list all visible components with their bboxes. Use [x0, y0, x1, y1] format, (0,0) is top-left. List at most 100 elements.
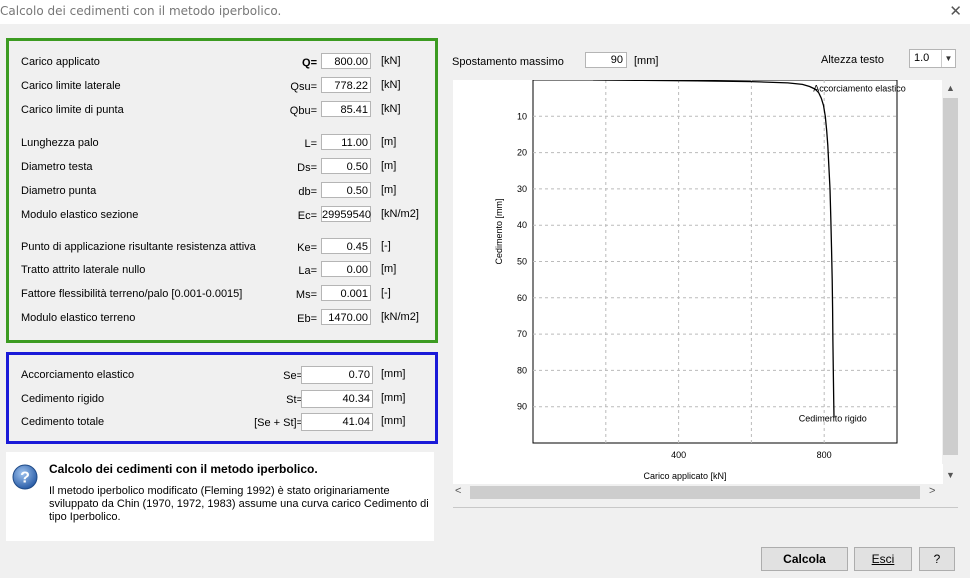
y-tick-label: 10 [517, 111, 527, 121]
scroll-down-icon[interactable]: ▼ [942, 467, 959, 484]
param-unit: [kN/m2] [381, 311, 419, 323]
param-row: Carico applicato Q= 800.00 [kN] [9, 53, 435, 71]
result-label: Accorciamento elastico [21, 369, 135, 381]
param-row: Carico limite di punta Qbu= 85.41 [kN] [9, 101, 435, 119]
x-tick-label: 400 [671, 450, 686, 460]
y-tick-label: 20 [517, 148, 527, 158]
vertical-scrollbar[interactable]: ▲ ▼ [942, 80, 959, 480]
y-tick-label: 70 [517, 329, 527, 339]
result-row: Cedimento totale [Se + St]= 41.04 [mm] [9, 413, 435, 431]
result-unit: [mm] [381, 368, 406, 380]
result-symbol: [Se + St]= [254, 417, 303, 429]
chart-annotation: Accorciamento elastico [813, 83, 906, 93]
esci-button[interactable]: Esci [854, 547, 912, 571]
param-label: Carico limite di punta [21, 104, 124, 116]
param-unit: [kN] [381, 55, 401, 67]
close-icon[interactable]: ✕ [949, 2, 962, 20]
result-unit: [mm] [381, 392, 406, 404]
window-title: Calcolo dei cedimenti con il metodo iper… [0, 4, 282, 18]
spostamento-label: Spostamento massimo [452, 56, 564, 68]
question-icon: ? [12, 464, 38, 490]
param-label: Diametro punta [21, 185, 97, 197]
calcola-button[interactable]: Calcola [761, 547, 848, 571]
param-row: Punto di applicazione risultante resiste… [9, 238, 435, 256]
param-unit: [m] [381, 160, 397, 172]
chart-annotation: Cedimento rigido [799, 414, 867, 424]
param-row: Diametro testa Ds= 0.50 [m] [9, 158, 435, 176]
param-symbol: La= [298, 265, 317, 277]
param-label: Modulo elastico sezione [21, 209, 139, 221]
y-tick-label: 40 [517, 220, 527, 230]
param-input[interactable]: 0.45 [321, 238, 371, 254]
param-row: Tratto attrito laterale nullo La= 0.00 [m] [9, 261, 435, 279]
chart-area: 10 20 30 40 50 60 70 80 90 400 800 Carico applicato… [453, 79, 943, 484]
y-tick-label: 50 [517, 257, 527, 267]
param-label: Modulo elastico terreno [21, 312, 136, 324]
param-symbol: Qsu= [290, 81, 317, 93]
y-tick-label: 80 [517, 365, 527, 375]
param-unit: [-] [381, 240, 391, 252]
param-input[interactable]: 0.50 [321, 158, 371, 174]
x-axis-label: Carico applicato [kN] [643, 471, 726, 481]
param-input[interactable]: 0.001 [321, 285, 371, 301]
altezza-select[interactable]: 1.0 ▼ [909, 49, 956, 68]
horizontal-scrollbar[interactable]: < > [453, 484, 943, 501]
result-row: Cedimento rigido St= 40.34 [mm] [9, 390, 435, 408]
param-row: Diametro punta db= 0.50 [m] [9, 182, 435, 200]
param-symbol: db= [298, 186, 317, 198]
esci-label: Esci [871, 552, 895, 566]
param-input[interactable]: 85.41 [321, 101, 371, 117]
help-button[interactable]: ? [919, 547, 955, 571]
param-label: Tratto attrito laterale nullo [21, 264, 146, 276]
param-input[interactable]: 29959540 [321, 206, 371, 222]
y-tick-label: 60 [517, 293, 527, 303]
param-symbol: Ds= [297, 162, 317, 174]
param-input[interactable]: 0.00 [321, 261, 371, 277]
chart-panel: Spostamento massimo 90 [mm] Altezza test… [444, 24, 970, 536]
results-panel: Accorciamento elastico Se= 0.70 [mm] Cedimen… [6, 352, 438, 444]
info-title: Calcolo dei cedimenti con il metodo iper… [49, 462, 318, 476]
param-label: Lunghezza palo [21, 137, 99, 149]
horizontal-scroll-thumb[interactable] [470, 486, 920, 499]
param-symbol: Ec= [297, 210, 317, 222]
vertical-scroll-thumb[interactable] [943, 98, 958, 455]
altezza-label: Altezza testo [821, 54, 884, 66]
param-symbol: Qbu= [289, 105, 317, 117]
param-input[interactable]: 11.00 [321, 134, 371, 150]
svg-text:?: ? [20, 470, 30, 487]
scroll-right-icon[interactable]: > [929, 485, 935, 497]
param-row: Modulo elastico terreno Eb= 1470.00 [kN/m2] [9, 309, 435, 327]
param-symbol: Ke= [297, 242, 317, 254]
param-row: Carico limite laterale Qsu= 778.22 [kN] [9, 77, 435, 95]
y-axis-label: Cedimento [mm] [494, 198, 504, 264]
param-input[interactable]: 1470.00 [321, 309, 371, 325]
altezza-value: 1.0 [914, 52, 930, 64]
chevron-down-icon[interactable]: ▼ [941, 50, 955, 67]
param-row: Lunghezza palo L= 11.00 [m] [9, 134, 435, 152]
param-unit: [m] [381, 184, 397, 196]
input-parameters-panel: Carico applicato Q= 800.00 [kN] Carico limit… [6, 38, 438, 343]
param-unit: [kN] [381, 79, 401, 91]
result-row: Accorciamento elastico Se= 0.70 [mm] [9, 366, 435, 384]
param-row: Fattore flessibilità terreno/palo [0.001… [9, 285, 435, 303]
spostamento-input[interactable]: 90 [585, 52, 627, 68]
param-label: Diametro testa [21, 161, 93, 173]
scroll-up-icon[interactable]: ▲ [942, 80, 959, 97]
result-value: 41.04 [301, 413, 373, 431]
param-unit: [kN/m2] [381, 208, 419, 220]
param-symbol: Q= [302, 57, 317, 69]
x-tick-label: 800 [817, 450, 832, 460]
param-label: Punto di applicazione risultante resiste… [21, 241, 256, 253]
param-label: Carico limite laterale [21, 80, 121, 92]
scroll-left-icon[interactable]: < [455, 485, 461, 497]
param-input[interactable]: 800.00 [321, 53, 371, 69]
result-value: 40.34 [301, 390, 373, 408]
param-input[interactable]: 778.22 [321, 77, 371, 93]
param-label: Fattore flessibilità terreno/palo [0.001… [21, 288, 243, 300]
param-input[interactable]: 0.50 [321, 182, 371, 198]
info-panel: ? Calcolo dei cedimenti con il metodo ip… [6, 452, 434, 541]
param-symbol: Eb= [297, 313, 317, 325]
result-value: 0.70 [301, 366, 373, 384]
param-symbol: L= [304, 138, 317, 150]
result-unit: [mm] [381, 415, 406, 427]
